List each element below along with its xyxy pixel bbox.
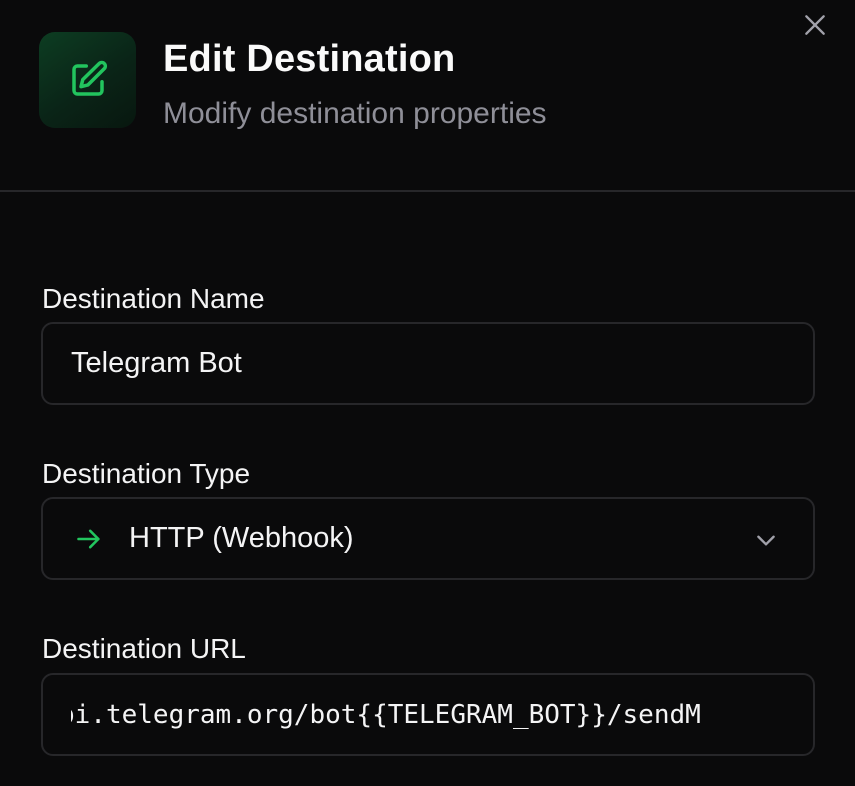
edit-icon xyxy=(71,60,107,96)
chevron-down-icon xyxy=(757,535,775,546)
close-button[interactable] xyxy=(796,6,834,44)
destination-url-field[interactable] xyxy=(41,673,815,756)
header-icon-tile xyxy=(39,32,136,128)
edit-destination-dialog: Edit Destination Modify destination prop… xyxy=(0,0,855,786)
destination-type-label: Destination Type xyxy=(42,458,251,489)
dialog-header: Edit Destination Modify destination prop… xyxy=(0,0,855,192)
destination-type-value: HTTP (Webhook) xyxy=(129,522,354,554)
destination-url-input[interactable] xyxy=(43,675,813,754)
destination-name-input[interactable] xyxy=(43,324,813,403)
arrow-right-icon xyxy=(75,525,103,553)
destination-name-field[interactable] xyxy=(41,322,815,405)
dialog-subtitle: Modify destination properties xyxy=(163,97,547,130)
close-icon xyxy=(805,15,825,35)
destination-name-label: Destination Name xyxy=(42,283,265,314)
dialog-title: Edit Destination xyxy=(163,38,456,80)
destination-type-select[interactable]: HTTP (Webhook) xyxy=(41,497,815,580)
destination-url-label: Destination URL xyxy=(42,633,246,664)
